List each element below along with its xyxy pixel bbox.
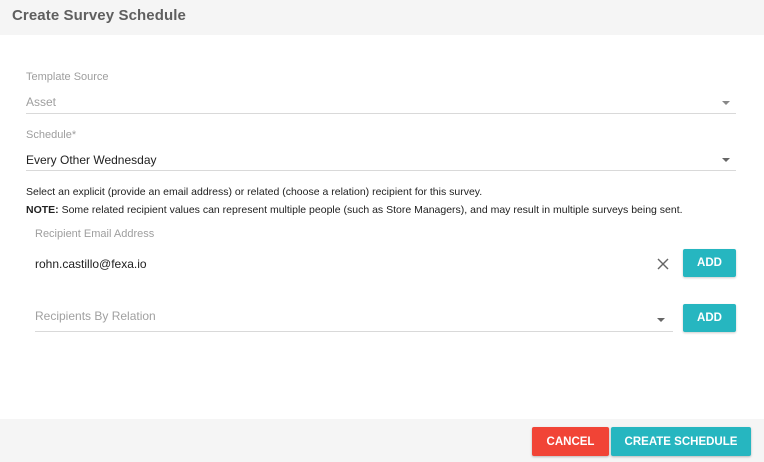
- add-recipient-email-button[interactable]: ADD: [683, 249, 736, 277]
- schedule-value: Every Other Wednesday: [26, 153, 157, 167]
- recipients-by-relation-select[interactable]: Recipients By Relation: [35, 306, 673, 332]
- create-survey-schedule-dialog: Create Survey Schedule Template Source A…: [0, 0, 764, 462]
- recipient-note: NOTE: Some related recipient values can …: [26, 204, 683, 216]
- add-recipient-relation-button[interactable]: ADD: [683, 304, 736, 332]
- template-source-label: Template Source: [26, 71, 109, 83]
- cancel-button[interactable]: CANCEL: [532, 427, 609, 456]
- recipients-by-relation-underline: [35, 331, 673, 332]
- chevron-down-icon: [722, 158, 730, 162]
- schedule-label: Schedule*: [26, 129, 77, 141]
- recipient-email-field[interactable]: rohn.castillo@fexa.io: [35, 251, 675, 277]
- recipient-instructions: Select an explicit (provide an email add…: [26, 186, 483, 198]
- recipient-email-label: Recipient Email Address: [35, 228, 155, 240]
- recipients-by-relation-placeholder: Recipients By Relation: [35, 309, 156, 323]
- template-source-underline: [26, 113, 736, 114]
- note-label: NOTE:: [26, 204, 59, 216]
- recipient-email-value: rohn.castillo@fexa.io: [35, 257, 147, 271]
- chevron-down-icon: [657, 318, 665, 322]
- dialog-header: Create Survey Schedule: [0, 0, 764, 35]
- template-source-select[interactable]: Asset: [26, 90, 736, 114]
- close-icon[interactable]: [656, 257, 670, 271]
- dialog-title: Create Survey Schedule: [12, 7, 186, 24]
- chevron-down-icon: [722, 101, 730, 105]
- template-source-value: Asset: [26, 95, 57, 109]
- schedule-select[interactable]: Every Other Wednesday: [26, 147, 736, 171]
- create-schedule-button[interactable]: CREATE SCHEDULE: [611, 427, 751, 456]
- note-text: Some related recipient values can repres…: [58, 204, 683, 216]
- schedule-underline: [26, 170, 736, 171]
